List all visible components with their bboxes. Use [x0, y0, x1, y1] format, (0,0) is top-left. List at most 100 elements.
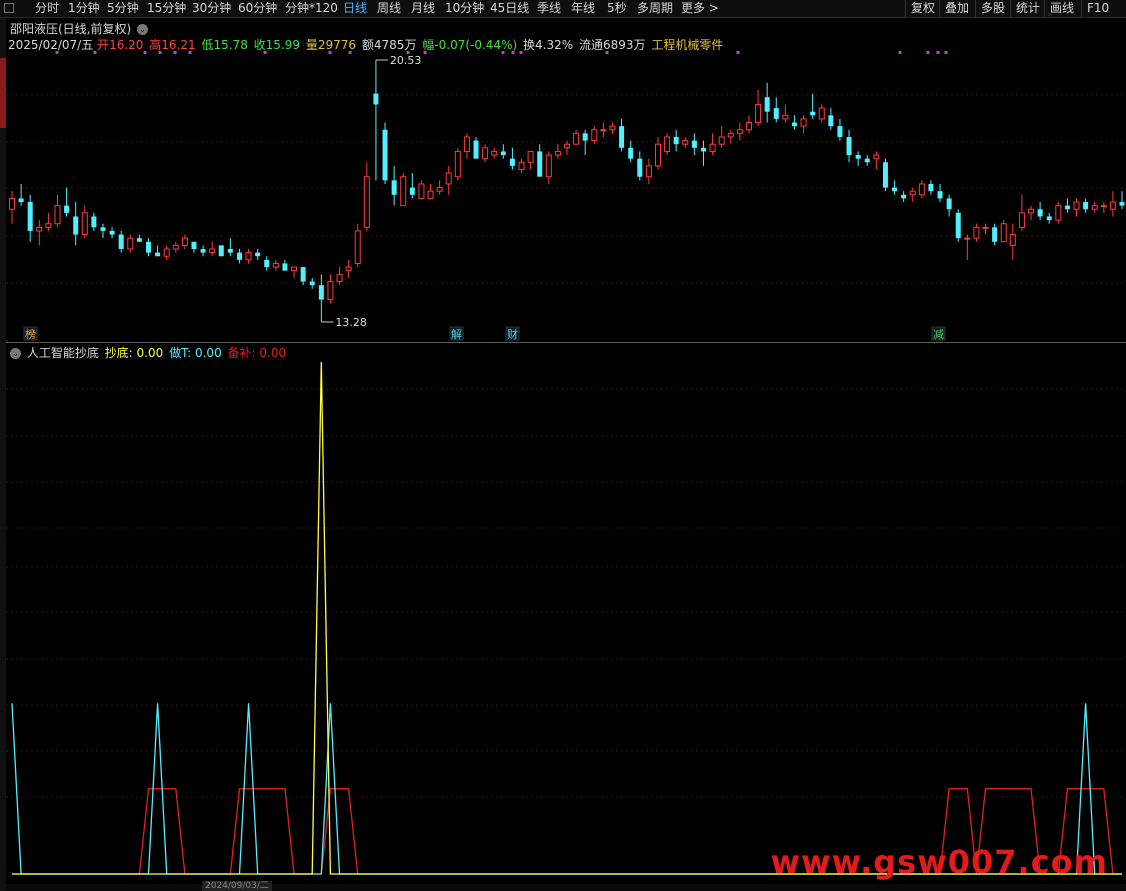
candle-body	[409, 187, 415, 195]
high-value: 16.21	[161, 38, 196, 52]
candle-body	[300, 267, 306, 282]
candle-body	[873, 154, 880, 160]
event-tag-3: 减	[933, 328, 944, 341]
candle-body	[736, 129, 743, 134]
candle-body	[309, 281, 315, 286]
event-dot	[936, 51, 940, 54]
chaodi-value: 0.00	[136, 346, 164, 360]
date-axis: 2024/09/03/二	[6, 881, 1126, 891]
candle-body	[992, 227, 998, 242]
candle-body	[209, 248, 216, 254]
candle-body	[1119, 202, 1125, 206]
candle-body	[1055, 205, 1062, 221]
candle-body	[682, 140, 689, 145]
candle-body	[327, 281, 334, 301]
candle-body	[846, 136, 852, 156]
candle-body	[1073, 201, 1080, 210]
event-dot	[944, 51, 948, 54]
chart-title-line: 邵阳液压(日线,前复权) ⌄	[10, 20, 150, 37]
date-axis-tick: 2024/09/03/二	[202, 881, 272, 891]
candle-body	[664, 136, 671, 152]
indicator-name[interactable]: 人工智能抄底	[27, 346, 99, 360]
candle-body	[73, 216, 79, 235]
candle-body	[127, 237, 134, 250]
chevron-down-icon[interactable]: ⌄	[137, 24, 149, 35]
candle-body	[1064, 205, 1070, 210]
candle-body	[1109, 201, 1116, 210]
event-tag-0: 榜	[25, 327, 36, 341]
candle-body	[1046, 216, 1052, 221]
candle-body	[554, 150, 561, 156]
candle-body	[1000, 223, 1007, 243]
candle-body	[928, 183, 934, 192]
candle-body	[700, 147, 706, 152]
watermark: www.gsw007.com	[770, 843, 1108, 881]
candle-body	[445, 172, 452, 185]
event-dot	[898, 51, 902, 54]
candle-body	[363, 176, 370, 228]
industry-label[interactable]: 工程机械零件	[651, 38, 723, 52]
candle-body	[901, 194, 907, 199]
candle-body	[619, 126, 625, 148]
candle-body	[255, 252, 261, 257]
bar-date: 2025/02/07/五	[8, 38, 94, 52]
candle-body	[163, 248, 170, 257]
candle-body	[500, 151, 506, 156]
candle-body	[518, 161, 525, 170]
candle-body	[1037, 209, 1043, 217]
volume-label: 量	[305, 38, 318, 52]
candle-body	[336, 273, 343, 283]
candle-body	[354, 230, 361, 264]
candle-body	[591, 129, 598, 142]
candle-body	[909, 190, 916, 196]
chevron-down-icon[interactable]: ⌄	[10, 348, 21, 359]
float-label: 流通	[578, 38, 603, 52]
candle-body	[391, 180, 397, 195]
candle-body	[482, 147, 489, 160]
candle-body	[264, 259, 270, 268]
candle-body	[145, 241, 151, 253]
candle-body	[837, 126, 843, 137]
candle-body	[918, 183, 925, 196]
candle-body	[318, 285, 324, 300]
candle-body	[282, 263, 288, 271]
candle-body	[400, 176, 407, 207]
candle-body	[100, 227, 106, 231]
candle-body	[473, 140, 479, 159]
candle-body	[964, 237, 971, 240]
candle-body	[764, 97, 770, 112]
ohlc-info-line: 2025/02/07/五 开16.20 高16.21 低15.78 收15.99…	[8, 36, 725, 53]
candle-body	[1009, 234, 1016, 246]
candle-body	[782, 114, 789, 120]
open-label: 开	[97, 38, 110, 52]
candle-body	[818, 107, 825, 120]
candle-body	[1100, 205, 1107, 208]
candle-body	[373, 93, 379, 105]
candle-body	[637, 158, 643, 177]
candle-body	[463, 136, 470, 152]
candle-body	[155, 252, 161, 257]
change-value: -0.07(-0.44%)	[434, 38, 518, 52]
candle-body	[600, 129, 607, 132]
candle-body	[937, 191, 943, 199]
close-label: 收	[253, 38, 266, 52]
low-value: 15.78	[213, 38, 248, 52]
candle-body	[955, 212, 961, 239]
candle-body	[454, 150, 461, 178]
candle-body	[673, 136, 679, 145]
candle-body	[509, 158, 515, 166]
candle-body	[382, 129, 388, 181]
candle-body	[136, 238, 142, 242]
candle-body	[609, 125, 616, 131]
candle-body	[9, 197, 15, 210]
candle-body	[236, 252, 242, 260]
candle-body	[64, 205, 70, 213]
chaodi-label: 抄底:	[104, 346, 133, 360]
candle-body	[882, 162, 888, 188]
candle-body	[109, 230, 115, 235]
candle-body	[582, 133, 588, 141]
turnover-value: 4.32%	[535, 38, 574, 52]
candle-body	[118, 234, 124, 250]
open-value: 16.20	[109, 38, 144, 52]
event-tag-1: 解	[451, 327, 462, 341]
